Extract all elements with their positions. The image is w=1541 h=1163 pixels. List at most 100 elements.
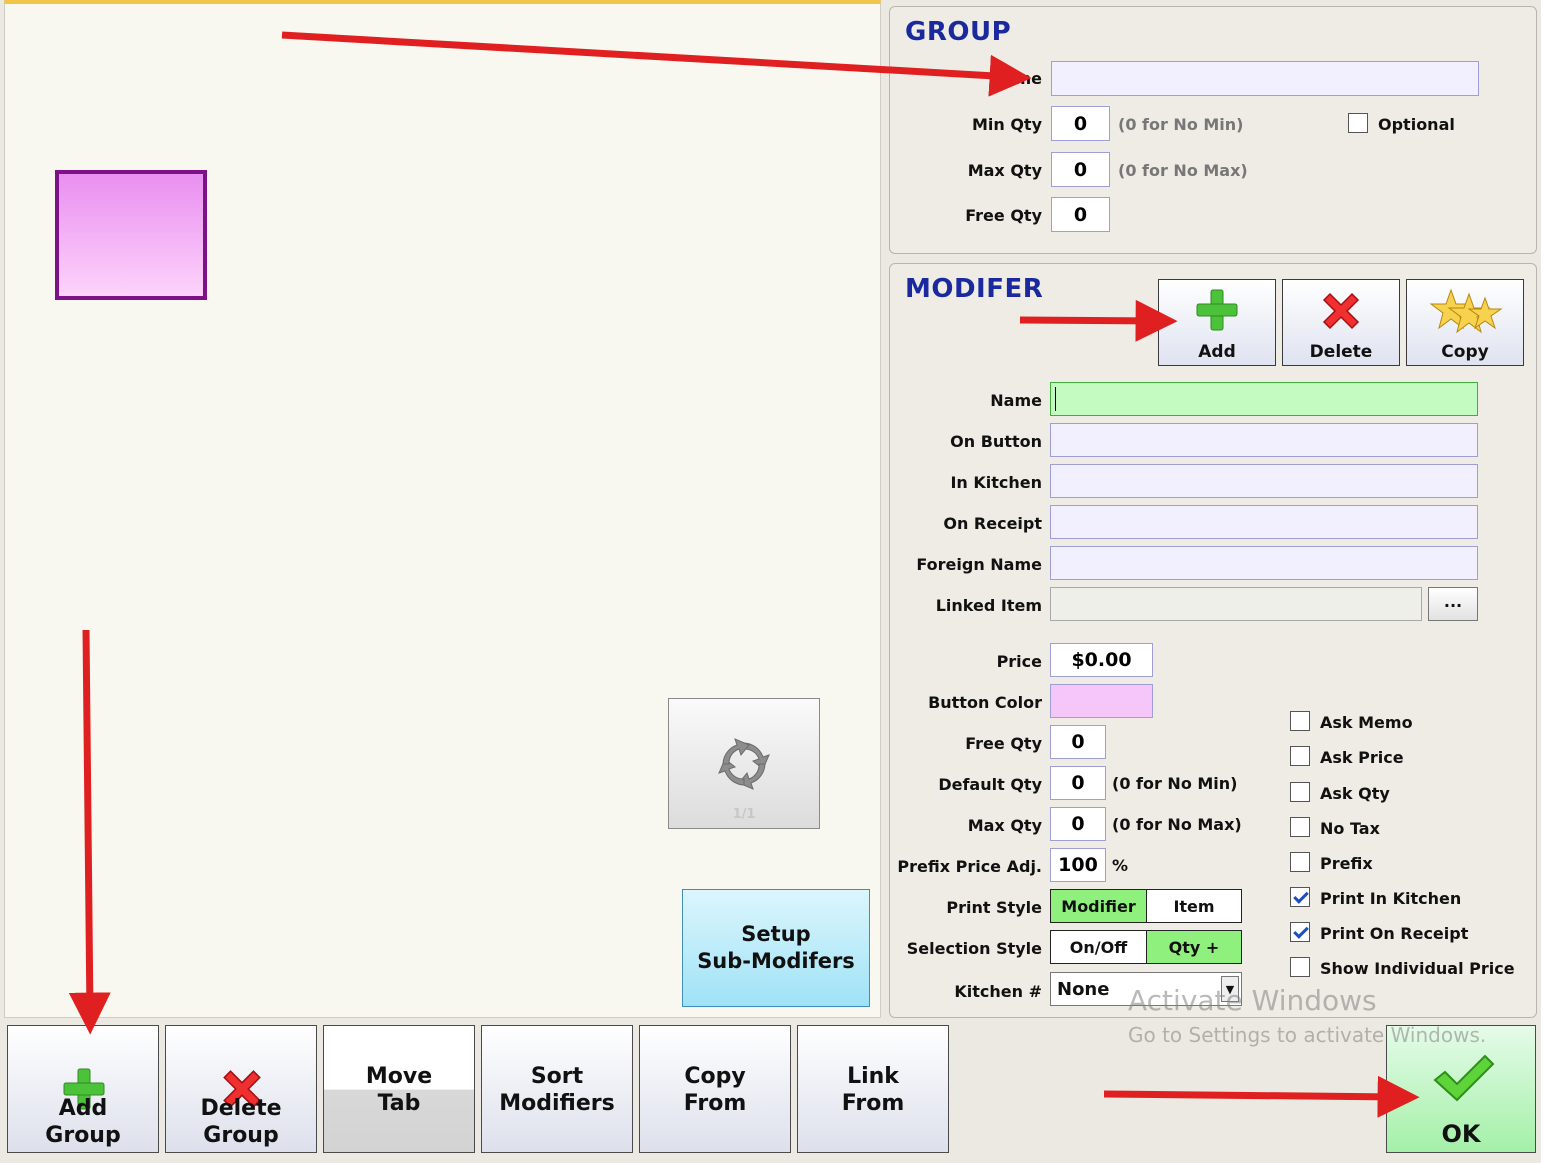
delete-group-button[interactable]: Delete Group — [165, 1025, 317, 1153]
no-tax-label: No Tax — [1320, 819, 1380, 838]
activation-watermark-title: Activate Windows — [1128, 984, 1377, 1017]
print-style-modifier-option[interactable]: Modifier — [1050, 889, 1147, 923]
modifier-name-label: Name — [990, 391, 1042, 410]
prefix-price-input[interactable]: 100 — [1050, 848, 1106, 882]
kitchen-number-label: Kitchen # — [954, 982, 1042, 1001]
no-tax-checkbox[interactable] — [1290, 817, 1310, 837]
refresh-icon — [717, 737, 771, 795]
in-kitchen-label: In Kitchen — [950, 473, 1042, 492]
modifier-free-qty-label: Free Qty — [965, 734, 1042, 753]
button-color-label: Button Color — [928, 693, 1042, 712]
ask-memo-checkbox[interactable] — [1290, 711, 1310, 731]
ask-price-label: Ask Price — [1320, 748, 1404, 767]
price-input[interactable]: $0.00 — [1050, 643, 1153, 677]
group-free-qty-input[interactable]: 0 — [1051, 197, 1110, 232]
ask-price-checkbox[interactable] — [1290, 746, 1310, 766]
print-style-item-option[interactable]: Item — [1146, 889, 1242, 923]
arrow-to-ok — [1103, 1075, 1420, 1118]
sort-modifiers-button[interactable]: Sort Modifiers — [481, 1025, 633, 1153]
prefix-price-label: Prefix Price Adj. — [897, 857, 1042, 876]
on-button-input[interactable] — [1050, 423, 1478, 457]
default-qty-input[interactable]: 0 — [1050, 766, 1106, 800]
linked-item-input[interactable] — [1050, 587, 1422, 621]
delete-x-icon — [1318, 288, 1364, 339]
delete-modifier-button[interactable]: Delete — [1282, 279, 1400, 366]
copy-modifier-label: Copy — [1441, 342, 1489, 362]
selection-style-label: Selection Style — [906, 939, 1042, 958]
ask-memo-label: Ask Memo — [1320, 713, 1413, 732]
ok-label: OK — [1441, 1120, 1481, 1148]
stars-icon — [1429, 288, 1503, 341]
modifier-canvas — [4, 0, 881, 1018]
kitchen-number-value: None — [1057, 979, 1110, 1000]
foreign-name-input[interactable] — [1050, 546, 1478, 580]
page-count: 1/1 — [732, 807, 756, 822]
ask-qty-label: Ask Qty — [1320, 784, 1390, 803]
price-label: Price — [996, 652, 1042, 671]
default-qty-label: Default Qty — [938, 775, 1042, 794]
print-on-receipt-label: Print On Receipt — [1320, 924, 1469, 943]
add-group-button[interactable]: Add Group — [7, 1025, 159, 1153]
modifier-max-qty-label: Max Qty — [967, 816, 1042, 835]
copy-from-button[interactable]: Copy From — [639, 1025, 791, 1153]
optional-checkbox[interactable] — [1348, 113, 1368, 133]
group-max-qty-label: Max Qty — [967, 161, 1042, 180]
default-qty-hint: (0 for No Min) — [1112, 774, 1238, 793]
modifier-panel: MODIFER Add Delete Copy Name On Button I… — [889, 263, 1537, 1018]
group-max-qty-hint: (0 for No Max) — [1118, 161, 1248, 180]
foreign-name-label: Foreign Name — [916, 555, 1042, 574]
prefix-checkbox[interactable] — [1290, 852, 1310, 872]
ask-qty-checkbox[interactable] — [1290, 782, 1310, 802]
group-name-label: Name — [990, 69, 1042, 88]
group-max-qty-input[interactable]: 0 — [1051, 152, 1110, 187]
delete-group-label: Delete Group — [200, 1096, 282, 1148]
on-receipt-label: On Receipt — [943, 514, 1042, 533]
selection-style-qty-option[interactable]: Qty + — [1146, 930, 1242, 964]
modifier-tile[interactable] — [55, 170, 207, 300]
group-panel: GROUP Name Min Qty 0 (0 for No Min) Opti… — [889, 6, 1537, 254]
link-from-button[interactable]: Link From — [797, 1025, 949, 1153]
button-color-swatch[interactable] — [1050, 684, 1153, 718]
print-on-receipt-checkbox[interactable] — [1290, 922, 1310, 942]
group-free-qty-label: Free Qty — [965, 206, 1042, 225]
group-min-qty-label: Min Qty — [971, 115, 1042, 134]
setup-sub-modifiers-button[interactable]: Setup Sub-Modifers — [682, 889, 870, 1007]
group-min-qty-hint: (0 for No Min) — [1118, 115, 1244, 134]
modifier-max-qty-input[interactable]: 0 — [1050, 807, 1106, 841]
sort-modifiers-label: Sort Modifiers — [499, 1064, 615, 1116]
selection-style-onoff-option[interactable]: On/Off — [1050, 930, 1147, 964]
checkmark-icon — [1431, 1052, 1495, 1110]
link-from-label: Link From — [841, 1064, 905, 1116]
in-kitchen-input[interactable] — [1050, 464, 1478, 498]
modifier-free-qty-input[interactable]: 0 — [1050, 725, 1106, 759]
move-tab-label: Move Tab — [365, 1064, 433, 1116]
show-individual-price-checkbox[interactable] — [1290, 957, 1310, 977]
add-modifier-label: Add — [1198, 342, 1236, 362]
on-button-label: On Button — [950, 432, 1042, 451]
prefix-label: Prefix — [1320, 854, 1373, 873]
copy-from-label: Copy From — [683, 1064, 747, 1116]
modifier-name-input[interactable] — [1050, 382, 1478, 416]
page-cycle-button[interactable]: 1/1 — [668, 698, 820, 829]
move-tab-button[interactable]: Move Tab — [323, 1025, 475, 1153]
plus-icon — [1194, 288, 1240, 337]
linked-item-browse-button[interactable]: ... — [1428, 587, 1478, 621]
delete-modifier-label: Delete — [1309, 342, 1373, 362]
show-individual-price-label: Show Individual Price — [1320, 959, 1515, 978]
on-receipt-input[interactable] — [1050, 505, 1478, 539]
add-group-label: Add Group — [45, 1096, 121, 1148]
modifier-max-qty-hint: (0 for No Max) — [1112, 815, 1242, 834]
optional-label: Optional — [1378, 115, 1455, 134]
group-name-input[interactable] — [1051, 61, 1479, 96]
text-cursor — [1055, 387, 1056, 411]
print-style-label: Print Style — [946, 898, 1042, 917]
group-title: GROUP — [905, 17, 1012, 47]
add-modifier-button[interactable]: Add — [1158, 279, 1276, 366]
linked-item-label: Linked Item — [935, 596, 1042, 615]
group-min-qty-input[interactable]: 0 — [1051, 106, 1110, 141]
print-in-kitchen-checkbox[interactable] — [1290, 887, 1310, 907]
copy-modifier-button[interactable]: Copy — [1406, 279, 1524, 366]
prefix-price-unit: % — [1112, 856, 1129, 875]
modifier-title: MODIFER — [905, 274, 1044, 304]
activation-watermark-text: Go to Settings to activate Windows. — [1128, 1023, 1487, 1047]
